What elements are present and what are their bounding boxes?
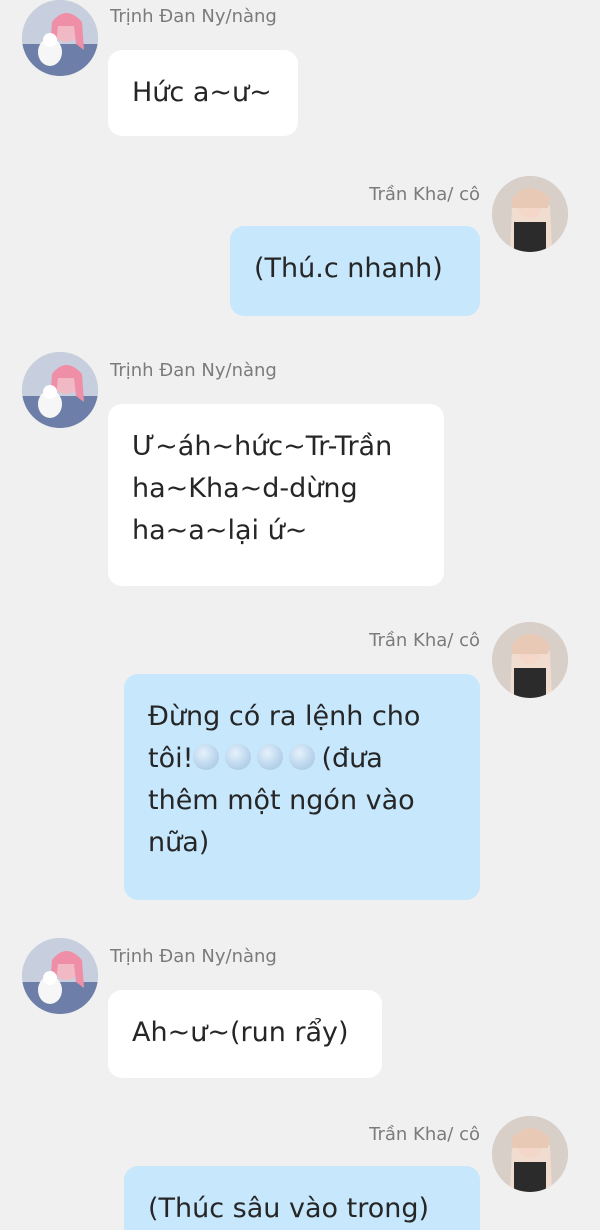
message-text: ha~Kha~d-dừng — [132, 472, 358, 504]
sender-name: Trịnh Đan Ny/nàng — [110, 360, 277, 381]
avatar[interactable] — [492, 176, 568, 252]
message-bubble[interactable]: (Thú.c nhanh) — [230, 226, 480, 316]
message-bubble[interactable]: Ư~áh~hức~Tr-Trần ha~Kha~d-dừng ha~a~lại … — [108, 404, 444, 586]
message-bubble[interactable]: (Thúc sâu vào trong) — [124, 1166, 480, 1230]
chat-thread: Trịnh Đan Ny/nàng Hức a~ư~ Trần Kha/ cô … — [0, 0, 600, 1230]
message-text: ha~a~lại ứ~ — [132, 514, 308, 546]
sender-name: Trần Kha/ cô — [369, 1124, 480, 1145]
avatar[interactable] — [22, 352, 98, 428]
smiling-face-emoji-icon — [257, 743, 284, 770]
avatar[interactable] — [22, 0, 98, 76]
message-text: (Thúc sâu vào trong) — [148, 1193, 430, 1224]
avatar[interactable] — [22, 938, 98, 1014]
avatar[interactable] — [492, 622, 568, 698]
avatar[interactable] — [492, 1116, 568, 1192]
sender-name: Trần Kha/ cô — [369, 184, 480, 205]
sender-name: Trần Kha/ cô — [369, 630, 480, 651]
message-text: (Thú.c nhanh) — [254, 253, 443, 284]
smiling-face-emoji-icon — [289, 743, 316, 770]
message-text: thêm một ngón vào — [148, 784, 415, 816]
sender-name: Trịnh Đan Ny/nàng — [110, 946, 277, 967]
message-bubble[interactable]: Hức a~ư~ — [108, 50, 298, 136]
message-bubble[interactable]: Ah~ư~(run rẩy) — [108, 990, 382, 1078]
message-text: Hức a~ư~ — [132, 77, 272, 108]
message-text: Ư~áh~hức~Tr-Trần — [132, 431, 393, 462]
smiling-face-emoji-icon — [225, 743, 252, 770]
message-text-line-with-emoji: tôi! (đưa — [148, 738, 456, 780]
smiling-face-emoji-icon — [193, 743, 220, 770]
message-text: tôi! — [148, 742, 194, 774]
message-text: nữa) — [148, 826, 210, 858]
message-text: Đừng có ra lệnh cho — [148, 701, 421, 732]
message-bubble[interactable]: Đừng có ra lệnh cho tôi! (đưa thêm một ng… — [124, 674, 480, 900]
message-text: (đưa — [321, 742, 383, 774]
message-text: Ah~ư~(run rẩy) — [132, 1017, 349, 1048]
sender-name: Trịnh Đan Ny/nàng — [110, 6, 277, 27]
